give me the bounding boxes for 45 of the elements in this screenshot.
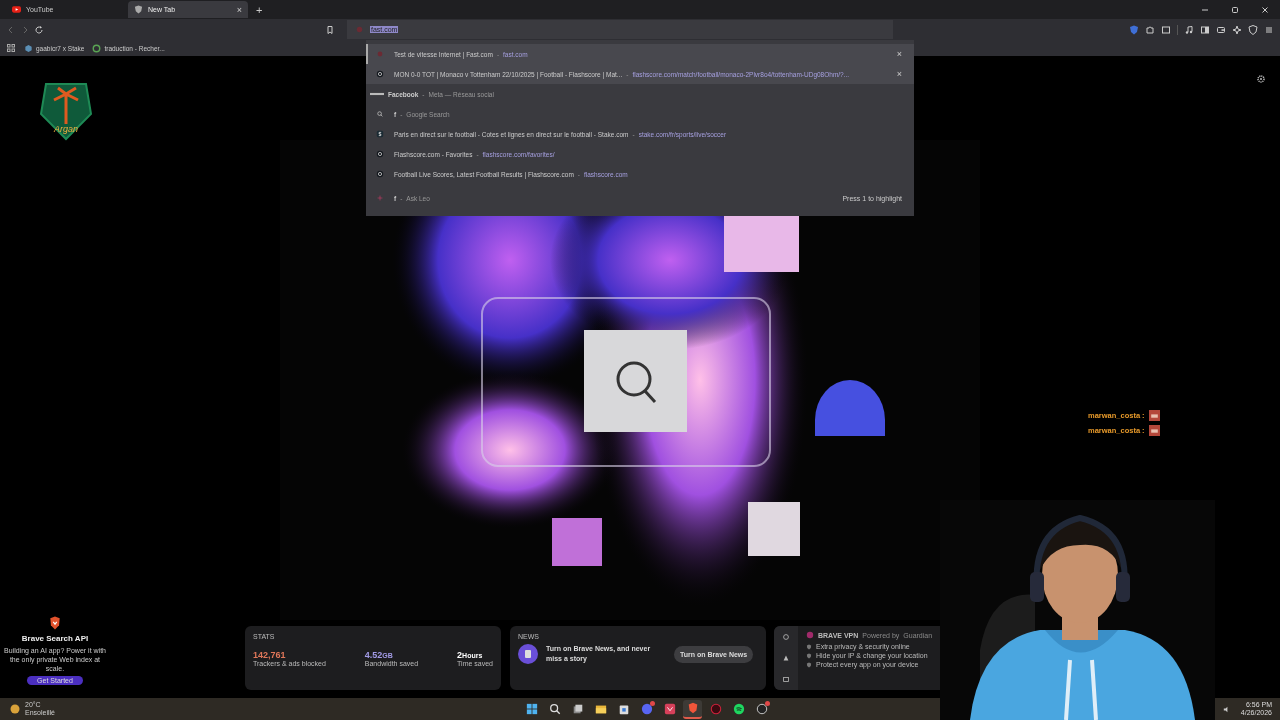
hexagon-icon xyxy=(24,43,33,53)
youtube-icon xyxy=(12,5,21,14)
vpn-icon xyxy=(806,631,814,639)
grid-icon xyxy=(525,703,538,715)
stat-value: 142,761 xyxy=(253,650,287,660)
bookmark-icon[interactable] xyxy=(325,24,335,35)
site-icon xyxy=(370,90,384,98)
music-icon[interactable] xyxy=(1184,24,1194,35)
settings-icon[interactable] xyxy=(1256,74,1266,84)
chevron-icon xyxy=(663,703,676,715)
emote-icon xyxy=(1148,410,1160,421)
apps-icon[interactable] xyxy=(6,43,16,53)
search-icon xyxy=(548,703,561,715)
circle-icon xyxy=(755,703,768,715)
window-icon[interactable] xyxy=(1161,24,1171,35)
site-icon xyxy=(355,25,364,34)
sound-waves-icon xyxy=(732,703,745,715)
wallet-icon[interactable] xyxy=(1216,24,1226,35)
logo-tile[interactable]: Argan xyxy=(36,74,96,156)
emote-icon xyxy=(1148,425,1160,436)
document-icon xyxy=(518,644,538,664)
remove-button[interactable]: × xyxy=(896,69,902,79)
close-tab-button[interactable]: × xyxy=(236,4,242,15)
lion-shield-icon xyxy=(49,615,61,630)
ring-icon xyxy=(709,703,722,715)
promo-title: Brave Search API xyxy=(21,633,89,643)
restore-icon[interactable] xyxy=(1230,4,1240,15)
warning-icon[interactable] xyxy=(782,654,790,662)
bag-icon xyxy=(617,703,630,715)
circle-icon xyxy=(92,43,102,53)
sparkle-icon[interactable] xyxy=(1232,24,1242,35)
close-icon[interactable] xyxy=(1260,4,1270,15)
sun-icon xyxy=(10,704,20,714)
vpn-icon[interactable] xyxy=(1248,24,1258,35)
reload-icon[interactable] xyxy=(34,24,44,35)
stacked-squares-icon xyxy=(571,703,584,715)
site-icon xyxy=(376,130,384,138)
site-icon xyxy=(376,50,384,58)
menu-icon[interactable] xyxy=(1264,24,1274,35)
new-tab-button[interactable]: + xyxy=(250,3,269,16)
remove-button[interactable]: × xyxy=(896,49,902,59)
circle-icon xyxy=(376,70,384,78)
search-icon xyxy=(376,110,384,118)
sidebar-icon[interactable] xyxy=(1200,24,1210,35)
circle-icon xyxy=(640,703,653,715)
